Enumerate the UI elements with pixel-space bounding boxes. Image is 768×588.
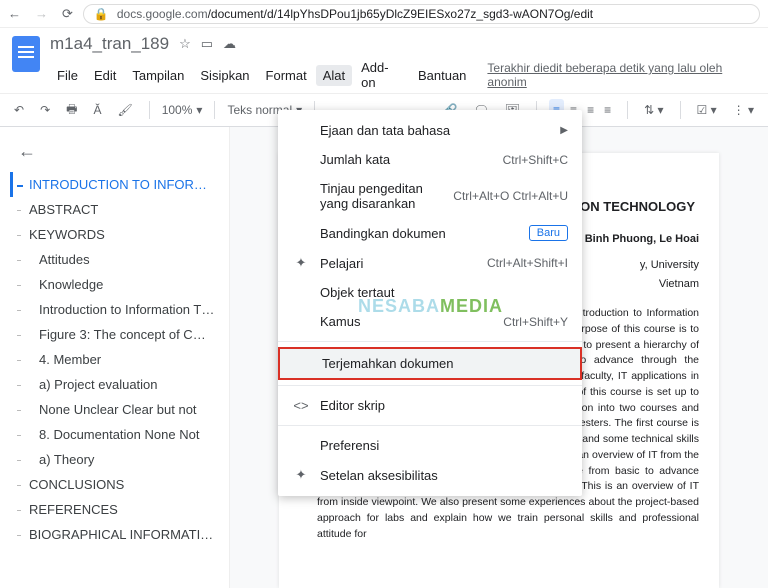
align-justify-icon[interactable]: ≡ [600,99,615,121]
browser-chrome: ← → ⟳ 🔒 docs.google.com/document/d/14lpY… [0,0,768,28]
menu-item[interactable]: ✦ Pelajari Ctrl+Alt+Shift+I [278,248,582,278]
menu-item-label: Preferensi [320,438,568,453]
docs-header: m1a4_tran_189 ☆ ▭ ☁ FileEditTampilanSisi… [0,28,768,93]
menu-shortcut: Ctrl+Alt+O Ctrl+Alt+U [453,189,568,203]
watermark: NESABAMEDIA [358,296,503,317]
checklist-icon[interactable]: ☑ ▾ [693,100,721,120]
menu-alat[interactable]: Alat [316,65,352,86]
menu-item-icon: ✦ [292,467,310,483]
forward-icon[interactable]: → [35,6,48,22]
menu-item-label: Jumlah kata [320,152,493,167]
chevron-down-icon: ▾ [196,103,202,117]
last-edit-link[interactable]: Terakhir diedit beberapa detik yang lalu… [487,61,758,89]
outline-item[interactable]: KEYWORDS [10,222,221,247]
outline-item[interactable]: a) Project evaluation [10,372,221,397]
move-icon[interactable]: ▭ [201,36,213,52]
chevron-right-icon: ▶ [560,125,568,136]
cloud-icon[interactable]: ☁ [223,36,236,52]
redo-icon[interactable]: ↷ [36,100,54,120]
menu-shortcut: Ctrl+Shift+Y [503,315,568,329]
docs-logo-icon[interactable] [12,36,40,72]
outline-item[interactable]: a) Theory [10,447,221,472]
outline-item[interactable]: REFERENCES [10,497,221,522]
menu-shortcut: Ctrl+Shift+C [503,153,568,167]
menu-item[interactable]: Bandingkan dokumen Baru [278,218,582,248]
menu-separator [278,425,582,426]
menu-item-label: Editor skrip [320,398,568,413]
menu-item-icon: <> [292,398,310,413]
menu-separator [278,341,582,342]
menu-separator [278,385,582,386]
bulleted-list-icon[interactable]: ⋮ ▾ [729,100,758,120]
url-bar[interactable]: 🔒 docs.google.com/document/d/14lpYhsDPou… [83,4,760,24]
outline-item[interactable]: None Unclear Clear but not [10,397,221,422]
menu-item-label: Setelan aksesibilitas [320,468,568,483]
menu-bantuan[interactable]: Bantuan [411,65,473,86]
menu-shortcut: Ctrl+Alt+Shift+I [487,256,568,270]
outline-item[interactable]: Introduction to Information T… [10,297,221,322]
url-path: /document/d/14lpYhsDPou1jb65yDlcZ9EIESxo… [208,7,594,21]
menu-item[interactable]: Tinjau pengeditan yang disarankan Ctrl+Al… [278,174,582,218]
doc-title[interactable]: m1a4_tran_189 [50,34,169,54]
menu-item[interactable]: <> Editor skrip [278,391,582,420]
new-badge: Baru [529,225,568,241]
menu-edit[interactable]: Edit [87,65,123,86]
paint-format-icon[interactable]: 🖌 [113,100,136,120]
menu-item-icon: ✦ [292,255,310,271]
url-host: docs.google.com [117,7,208,21]
menu-item[interactable]: ✦ Setelan aksesibilitas [278,460,582,490]
menu-item-label: Bandingkan dokumen [320,226,519,241]
outline-item[interactable]: 8. Documentation None Not [10,422,221,447]
menu-format[interactable]: Format [259,65,314,86]
menu-item-label: Tinjau pengeditan yang disarankan [320,181,443,211]
outline-item[interactable]: Knowledge [10,272,221,297]
outline-item[interactable]: ABSTRACT [10,197,221,222]
outline-back-icon[interactable]: ← [10,137,221,172]
menu-tampilan[interactable]: Tampilan [125,65,191,86]
browser-nav: ← → ⟳ [8,6,73,22]
line-spacing-icon[interactable]: ⇅ ▾ [640,100,667,120]
align-right-icon[interactable]: ≡ [583,99,598,121]
outline-item[interactable]: INTRODUCTION TO INFORM… [10,172,221,197]
reload-icon[interactable]: ⟳ [62,6,73,22]
lock-icon: 🔒 [94,7,109,21]
star-icon[interactable]: ☆ [179,36,191,52]
menu-item-label: Pelajari [320,256,477,271]
outline-item[interactable]: CONCLUSIONS [10,472,221,497]
menu-item[interactable]: Preferensi [278,431,582,460]
outline-item[interactable]: Attitudes [10,247,221,272]
menu-item[interactable]: Jumlah kata Ctrl+Shift+C [278,145,582,174]
print-icon[interactable]: 🖶 [62,97,81,124]
menu-item[interactable]: Terjemahkan dokumen [278,347,582,380]
menu-file[interactable]: File [50,65,85,86]
menu-bar: FileEditTampilanSisipkanFormatAlatAdd-on… [50,57,758,93]
outline-item[interactable]: BIOGRAPHICAL INFORMATI… [10,522,221,547]
menu-item-label: Terjemahkan dokumen [322,356,566,371]
spellcheck-icon[interactable]: Ă [89,100,105,120]
menu-item[interactable]: Ejaan dan tata bahasa ▶ [278,116,582,145]
zoom-select[interactable]: 100% ▾ [162,103,203,117]
outline-item[interactable]: Figure 3: The concept of CDI… [10,322,221,347]
menu-add-on[interactable]: Add-on [354,57,409,93]
back-icon[interactable]: ← [8,6,21,22]
document-outline: ← INTRODUCTION TO INFORM…ABSTRACTKEYWORD… [0,127,230,588]
menu-sisipkan[interactable]: Sisipkan [193,65,256,86]
menu-item-label: Ejaan dan tata bahasa [320,123,550,138]
outline-item[interactable]: 4. Member [10,347,221,372]
undo-icon[interactable]: ↶ [10,100,28,120]
